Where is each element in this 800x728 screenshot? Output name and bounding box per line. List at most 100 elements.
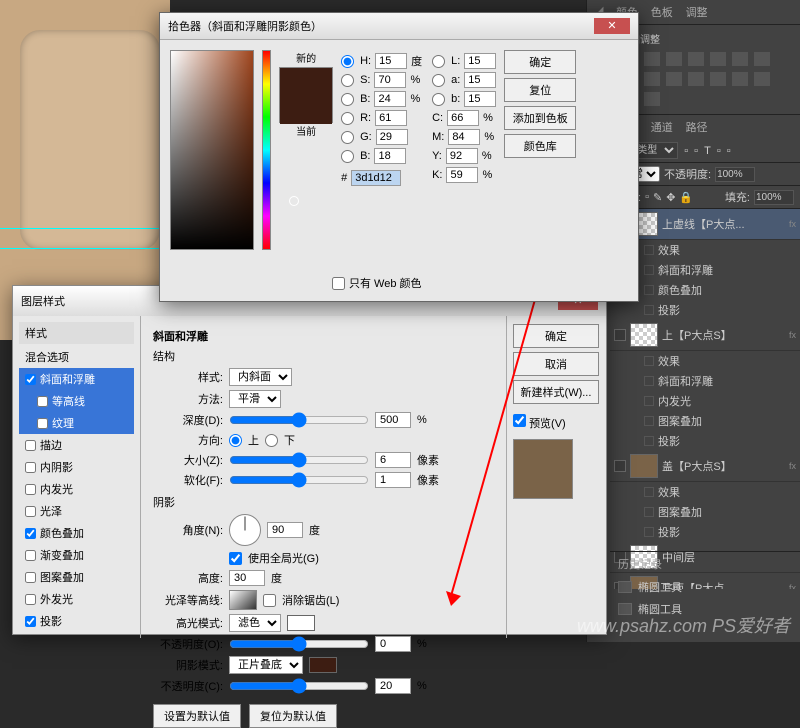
style-select[interactable]: 内斜面 (229, 368, 292, 386)
visibility-icon[interactable] (644, 305, 654, 315)
angle-dial[interactable] (229, 514, 261, 546)
adj-icon[interactable] (666, 52, 682, 66)
close-icon[interactable]: ✕ (594, 18, 630, 34)
effect-item[interactable]: 图案叠加 (644, 411, 800, 431)
dir-down-radio[interactable] (265, 434, 278, 447)
effect-item[interactable]: 投影 (644, 522, 800, 542)
fill-input[interactable] (754, 190, 794, 205)
style-check[interactable] (25, 616, 36, 627)
adj-icon[interactable] (688, 52, 704, 66)
visibility-icon[interactable] (644, 527, 654, 537)
hl-op-input[interactable] (375, 636, 411, 652)
add-swatch-button[interactable]: 添加到色板 (504, 106, 576, 130)
anti-alias-check[interactable] (263, 594, 276, 607)
saturation-field[interactable] (170, 50, 254, 250)
style-check[interactable] (25, 506, 36, 517)
lock-icon[interactable]: ✎ (653, 191, 662, 204)
sh-color-swatch[interactable] (309, 657, 337, 673)
effect-item[interactable]: 投影 (644, 431, 800, 451)
style-check[interactable] (37, 418, 48, 429)
reset-button[interactable]: 复位 (504, 78, 576, 102)
b-radio[interactable] (341, 93, 354, 106)
ok-button[interactable]: 确定 (504, 50, 576, 74)
style-item[interactable]: 斜面和浮雕 (19, 368, 134, 390)
fx-badge[interactable]: fx (789, 330, 796, 340)
r-radio[interactable] (341, 112, 354, 125)
style-check[interactable] (25, 484, 36, 495)
soft-slider[interactable] (229, 472, 369, 488)
visibility-icon[interactable] (644, 396, 654, 406)
hl-op-slider[interactable] (229, 636, 369, 652)
adj-icon[interactable] (688, 72, 704, 86)
history-item[interactable]: 椭圆工具 (610, 576, 800, 598)
filter-icon[interactable]: ▫ (684, 145, 688, 157)
filter-icon[interactable]: ▫ (727, 145, 731, 157)
global-light-check[interactable] (229, 552, 242, 565)
visibility-icon[interactable] (644, 487, 654, 497)
style-item[interactable]: 图案叠加 (19, 566, 134, 588)
adj-icon[interactable] (666, 72, 682, 86)
new-style-button[interactable]: 新建样式(W)... (513, 380, 599, 404)
adj-icon[interactable] (754, 72, 770, 86)
visibility-icon[interactable] (644, 285, 654, 295)
filter-icon[interactable]: ▫ (694, 145, 698, 157)
opacity-input[interactable] (715, 167, 755, 182)
style-check[interactable] (25, 572, 36, 583)
visibility-icon[interactable] (644, 376, 654, 386)
hl-mode-select[interactable]: 滤色 (229, 614, 281, 632)
style-check[interactable] (25, 594, 36, 605)
style-check[interactable] (25, 528, 36, 539)
effect-item[interactable]: 效果 (644, 351, 800, 371)
visibility-icon[interactable] (644, 245, 654, 255)
l-radio[interactable] (432, 55, 445, 68)
web-only-check[interactable] (332, 277, 345, 290)
picker-titlebar[interactable]: 拾色器（斜面和浮雕阴影颜色） ✕ (160, 13, 638, 40)
effect-item[interactable]: 效果 (644, 240, 800, 260)
visibility-icon[interactable] (644, 436, 654, 446)
size-input[interactable] (375, 452, 411, 468)
angle-input[interactable] (267, 522, 303, 538)
r-input[interactable] (375, 110, 407, 126)
y-input[interactable] (446, 148, 478, 164)
style-item[interactable]: 外发光 (19, 588, 134, 610)
style-item[interactable]: 光泽 (19, 500, 134, 522)
effect-item[interactable]: 颜色叠加 (644, 280, 800, 300)
lab-b-input[interactable] (464, 91, 496, 107)
hex-input[interactable] (351, 170, 401, 186)
tab-adjustments[interactable]: 调整 (686, 7, 708, 19)
style-item[interactable]: 颜色叠加 (19, 522, 134, 544)
style-item[interactable]: 投影 (19, 610, 134, 632)
sh-mode-select[interactable]: 正片叠底 (229, 656, 303, 674)
h-input[interactable] (375, 53, 407, 69)
tab-swatches[interactable]: 色板 (651, 7, 673, 19)
contour-picker[interactable] (229, 590, 257, 610)
dir-up-radio[interactable] (229, 434, 242, 447)
l-input[interactable] (464, 53, 496, 69)
cancel-button[interactable]: 取消 (513, 352, 599, 376)
effect-item[interactable]: 图案叠加 (644, 502, 800, 522)
color-lib-button[interactable]: 颜色库 (504, 134, 576, 158)
visibility-icon[interactable] (644, 416, 654, 426)
k-input[interactable] (446, 167, 478, 183)
style-item[interactable]: 渐变叠加 (19, 544, 134, 566)
filter-icon[interactable]: ▫ (717, 145, 721, 157)
visibility-icon[interactable] (614, 460, 626, 472)
style-check[interactable] (25, 462, 36, 473)
visibility-icon[interactable] (644, 265, 654, 275)
style-item[interactable]: 内阴影 (19, 456, 134, 478)
adj-icon[interactable] (710, 52, 726, 66)
lab-b-radio[interactable] (432, 93, 445, 106)
effect-item[interactable]: 斜面和浮雕 (644, 371, 800, 391)
adj-icon[interactable] (754, 52, 770, 66)
alt-input[interactable] (229, 570, 265, 586)
tech-select[interactable]: 平滑 (229, 390, 281, 408)
style-check[interactable] (25, 550, 36, 561)
reset-default-button[interactable]: 复位为默认值 (249, 704, 337, 728)
g-radio[interactable] (341, 131, 354, 144)
lock-icon[interactable]: ▫ (645, 191, 649, 203)
lock-icon[interactable]: 🔒 (679, 191, 693, 204)
tab-history[interactable]: 历史记录 (618, 559, 662, 571)
blend-options[interactable]: 混合选项 (19, 346, 134, 368)
adj-icon[interactable] (644, 72, 660, 86)
s-input[interactable] (374, 72, 406, 88)
